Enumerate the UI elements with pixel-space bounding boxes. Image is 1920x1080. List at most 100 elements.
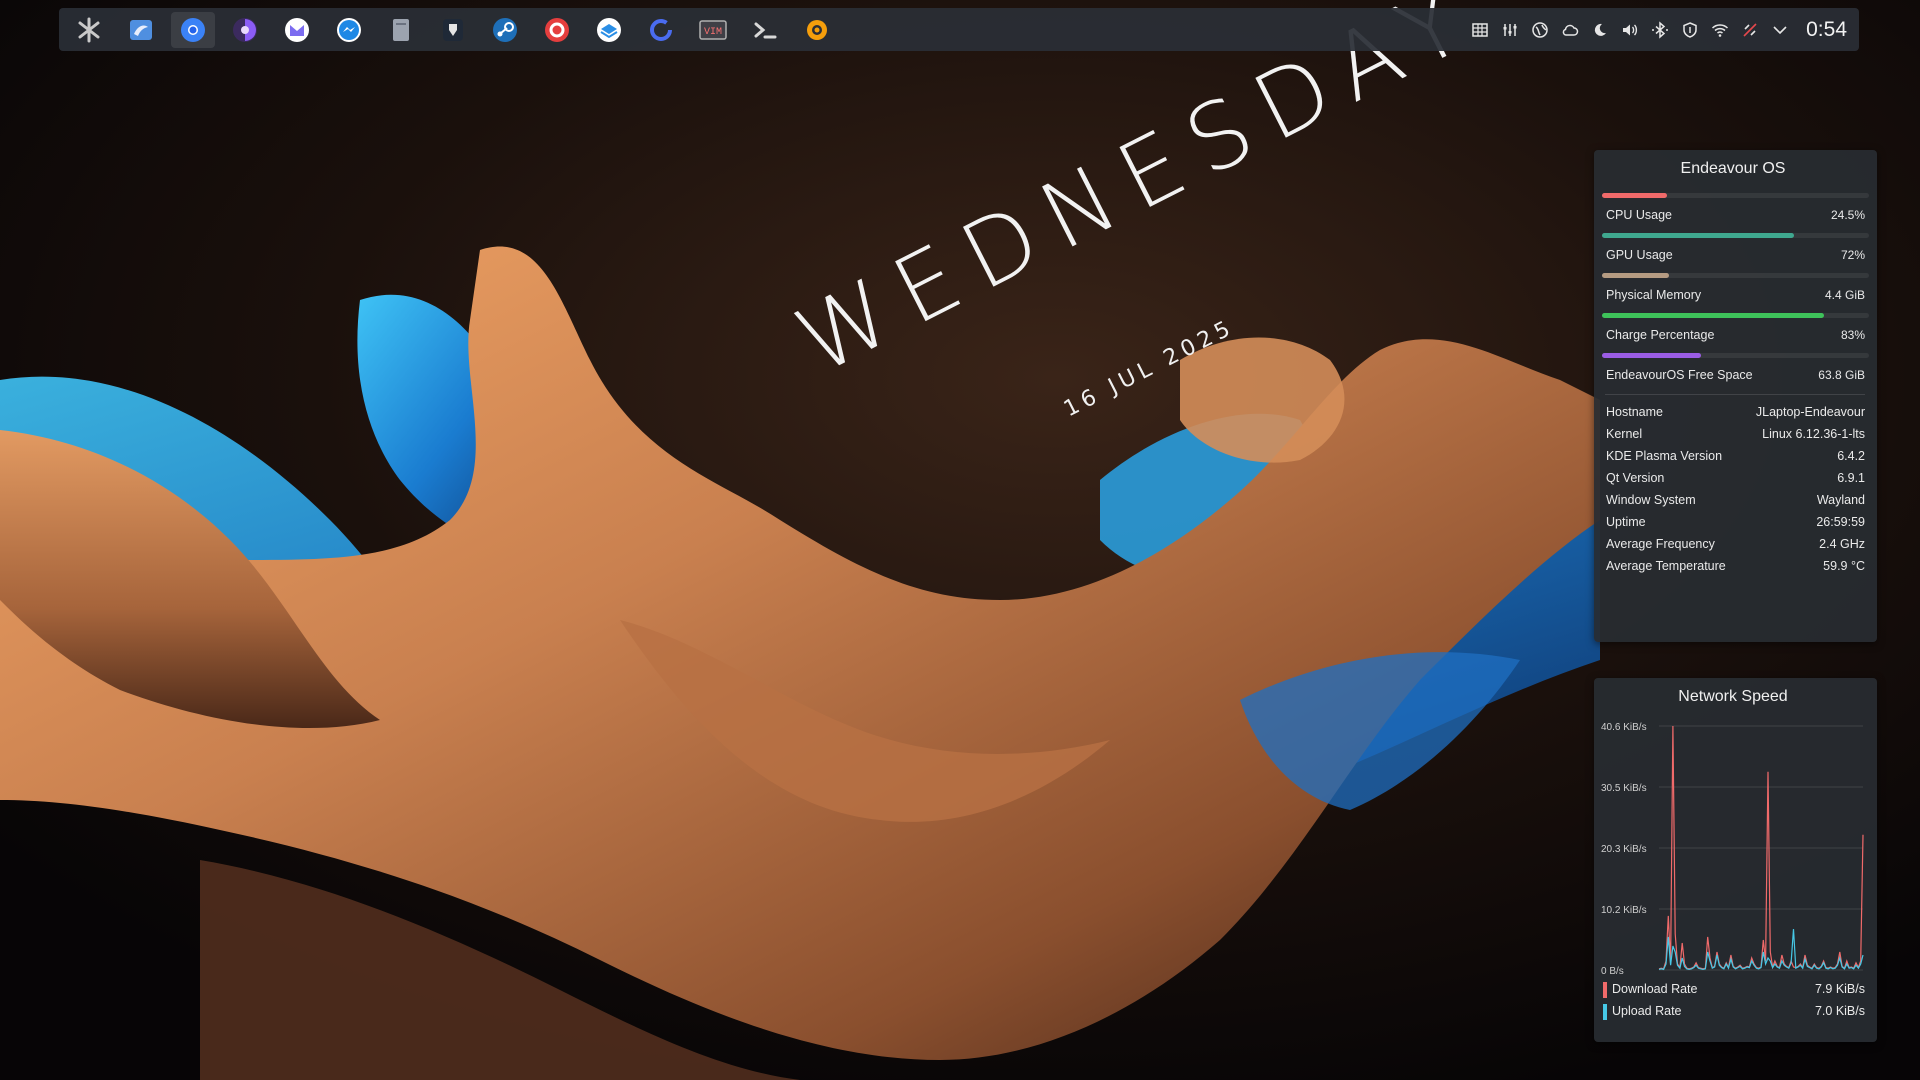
vim-editor-launcher[interactable]: VIM bbox=[691, 12, 735, 48]
messenger-launcher[interactable] bbox=[327, 12, 371, 48]
terminal-launcher[interactable] bbox=[743, 12, 787, 48]
settings-gear-launcher[interactable] bbox=[795, 12, 839, 48]
vpn-globe-icon[interactable] bbox=[1530, 20, 1550, 40]
info-value: Linux 6.12.36-1-lts bbox=[1762, 427, 1865, 441]
network-disconnected-icon[interactable] bbox=[1740, 20, 1760, 40]
vim-editor-icon: VIM bbox=[699, 19, 727, 40]
info-label: Qt Version bbox=[1606, 471, 1665, 485]
info-label: Average Temperature bbox=[1606, 559, 1726, 573]
digital-clock[interactable]: 0:54 bbox=[1806, 18, 1847, 42]
tor-browser-launcher[interactable] bbox=[223, 12, 267, 48]
audio-mixer-icon[interactable] bbox=[1500, 20, 1520, 40]
info-value: 6.9.1 bbox=[1837, 471, 1865, 485]
meter: EndeavourOS Free Space 63.8 GiB bbox=[1601, 353, 1869, 386]
info-row: Average Temperature 59.9 °C bbox=[1601, 555, 1865, 577]
expand-tray-chevron-icon[interactable] bbox=[1770, 20, 1790, 40]
notes-app-launcher[interactable] bbox=[379, 12, 423, 48]
info-value: 26:59:59 bbox=[1816, 515, 1865, 529]
info-label: Uptime bbox=[1606, 515, 1646, 529]
info-row: Uptime 26:59:59 bbox=[1601, 511, 1865, 533]
chromium-browser-launcher[interactable] bbox=[171, 11, 215, 48]
security-shield-icon[interactable] bbox=[1680, 20, 1700, 40]
info-row: Hostname JLaptop-Endeavour bbox=[1601, 401, 1865, 423]
system-info-list: Hostname JLaptop-Endeavour Kernel Linux 6… bbox=[1601, 401, 1865, 577]
legend-swatch bbox=[1603, 981, 1607, 998]
volume-icon[interactable] bbox=[1620, 20, 1640, 40]
meter-row: Charge Percentage 83% bbox=[1601, 328, 1865, 346]
meter-track bbox=[1602, 353, 1869, 358]
notes-app-icon bbox=[393, 18, 409, 41]
chart-series-download-rate bbox=[1658, 725, 1864, 970]
meter-value: 72% bbox=[1840, 248, 1865, 262]
meter-row: EndeavourOS Free Space 63.8 GiB bbox=[1601, 368, 1865, 386]
bitwarden-launcher[interactable] bbox=[431, 12, 475, 48]
proton-mail-launcher[interactable] bbox=[275, 12, 319, 48]
meter: Physical Memory 4.4 GiB bbox=[1601, 273, 1869, 306]
cloud-sync-icon[interactable] bbox=[1560, 20, 1580, 40]
legend-label: Upload Rate bbox=[1612, 1004, 1682, 1018]
red-circle-app-icon bbox=[545, 17, 569, 42]
night-light-moon-icon[interactable] bbox=[1590, 20, 1610, 40]
meter-label: GPU Usage bbox=[1606, 248, 1673, 262]
legend-label: Download Rate bbox=[1612, 982, 1698, 996]
info-value: 59.9 °C bbox=[1823, 559, 1865, 573]
meter-value: 4.4 GiB bbox=[1824, 288, 1865, 302]
info-label: Average Frequency bbox=[1606, 537, 1715, 551]
meter-fill bbox=[1602, 193, 1668, 198]
info-row: KDE Plasma Version 6.4.2 bbox=[1601, 445, 1865, 467]
kde-application-launcher-icon bbox=[78, 17, 100, 42]
network-speed-widget[interactable]: Network Speed 40.6 KiB/s 30.5 KiB/s 20.3 K… bbox=[1594, 678, 1877, 1042]
network-legend: Download Rate 7.9 KiB/s Upload Rate 7.0 K… bbox=[1601, 978, 1865, 1022]
info-value: 6.4.2 bbox=[1837, 449, 1865, 463]
meter-value: 83% bbox=[1840, 328, 1865, 342]
kde-application-launcher-launcher[interactable] bbox=[67, 12, 111, 48]
dolphin-file-manager-icon bbox=[130, 19, 152, 40]
blue-stack-app-launcher[interactable] bbox=[587, 12, 631, 48]
meter-row: GPU Usage 72% bbox=[1601, 248, 1865, 266]
widget-title: Endeavour OS bbox=[1680, 160, 1786, 177]
top-panel: VIM 0:54 bbox=[59, 8, 1859, 51]
network-speed-chart: 40.6 KiB/s 30.5 KiB/s 20.3 KiB/s 10.2 KiB/s… bbox=[1601, 716, 1865, 978]
bluetooth-icon[interactable] bbox=[1650, 20, 1670, 40]
info-label: Kernel bbox=[1606, 427, 1643, 441]
info-row: Qt Version 6.9.1 bbox=[1601, 467, 1865, 489]
legend-value: 7.9 KiB/s bbox=[1814, 982, 1865, 996]
tray-icons bbox=[1470, 20, 1790, 40]
red-circle-app-launcher[interactable] bbox=[535, 12, 579, 48]
info-label: Window System bbox=[1606, 493, 1696, 507]
wifi-icon[interactable] bbox=[1710, 20, 1730, 40]
legend-item: Download Rate 7.9 KiB/s bbox=[1601, 978, 1865, 1000]
meter-label: Physical Memory bbox=[1606, 288, 1702, 302]
system-tray: 0:54 bbox=[1470, 18, 1851, 42]
info-label: KDE Plasma Version bbox=[1606, 449, 1723, 463]
meter: GPU Usage 72% bbox=[1601, 233, 1869, 266]
blue-ring-app-launcher[interactable] bbox=[639, 12, 683, 48]
dolphin-file-manager-launcher[interactable] bbox=[119, 12, 163, 48]
meter-track bbox=[1602, 273, 1869, 278]
steam-launcher[interactable] bbox=[483, 12, 527, 48]
proton-mail-icon bbox=[285, 17, 309, 42]
messenger-icon bbox=[337, 17, 361, 42]
info-row: Kernel Linux 6.12.36-1-lts bbox=[1601, 423, 1865, 445]
grid-widget-icon[interactable] bbox=[1470, 20, 1490, 40]
meter-value: 63.8 GiB bbox=[1818, 368, 1865, 382]
info-row: Window System Wayland bbox=[1601, 489, 1865, 511]
meter: Charge Percentage 83% bbox=[1601, 313, 1869, 346]
meter-track bbox=[1602, 233, 1869, 238]
system-monitor-widget[interactable]: Endeavour OS CPU Usage 24.5% GPU Usage 7… bbox=[1594, 150, 1877, 642]
steam-icon bbox=[493, 17, 517, 42]
chart-ytick-label: 40.6 KiB/s bbox=[1601, 722, 1647, 733]
tor-browser-icon bbox=[233, 17, 257, 42]
chart-ytick-label: 30.5 KiB/s bbox=[1601, 783, 1647, 794]
info-value: 2.4 GHz bbox=[1819, 537, 1865, 551]
meter: CPU Usage 24.5% bbox=[1601, 193, 1869, 226]
info-label: Hostname bbox=[1606, 405, 1663, 419]
meter-row: CPU Usage 24.5% bbox=[1601, 208, 1865, 226]
settings-gear-icon bbox=[807, 19, 827, 40]
network-chart-svg: 40.6 KiB/s 30.5 KiB/s 20.3 KiB/s 10.2 KiB/s… bbox=[1601, 722, 1864, 977]
meter-value: 24.5% bbox=[1830, 208, 1865, 222]
svg-text:VIM: VIM bbox=[704, 27, 722, 38]
meter-label: EndeavourOS Free Space bbox=[1606, 368, 1753, 382]
task-manager-launchers: VIM bbox=[67, 11, 839, 48]
blue-ring-app-icon bbox=[650, 18, 672, 41]
